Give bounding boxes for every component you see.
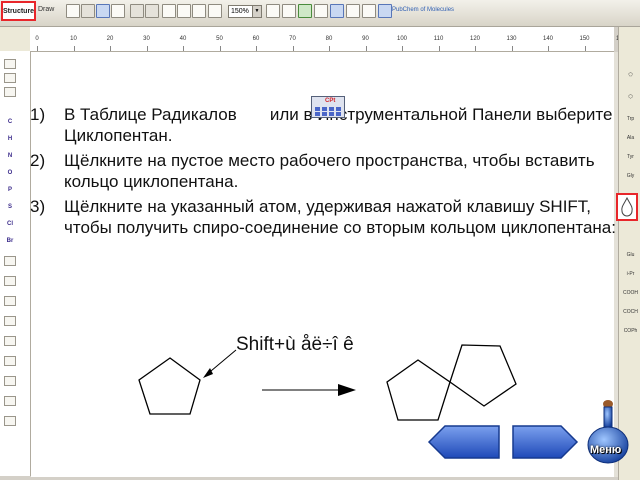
reaction-arrow-head bbox=[338, 384, 356, 396]
next-button[interactable] bbox=[511, 424, 579, 460]
menu-label: Меню bbox=[590, 444, 622, 456]
spiro-ring-left bbox=[386, 359, 451, 421]
cyclopentane-ring-single bbox=[138, 357, 201, 415]
previous-button[interactable] bbox=[427, 424, 501, 460]
pointer-arrow-head bbox=[203, 368, 213, 378]
spiro-ring-right bbox=[449, 344, 517, 407]
spiro-diagram bbox=[138, 344, 517, 421]
